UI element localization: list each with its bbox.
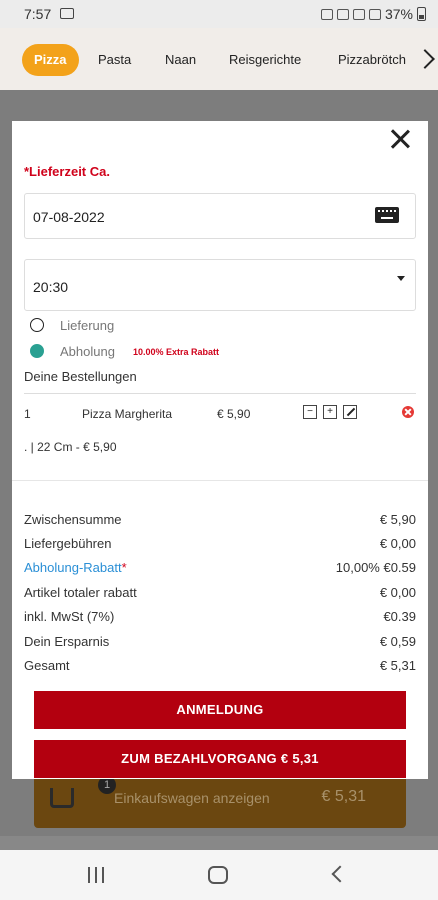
wifi-icon bbox=[352, 8, 365, 20]
item-detail: . | 22 Cm - € 5,90 bbox=[24, 440, 117, 454]
summary-row: Zwischensumme € 5,90 bbox=[24, 512, 416, 532]
login-button[interactable]: ANMELDUNG bbox=[34, 691, 406, 729]
orders-heading: Deine Bestellungen bbox=[24, 369, 137, 384]
status-bar: 7:57 37% bbox=[0, 0, 438, 28]
date-value: 07-08-2022 bbox=[33, 209, 105, 225]
system-nav-bar bbox=[0, 850, 438, 900]
background-strip bbox=[0, 836, 438, 850]
cart-label: Einkaufswagen anzeigen bbox=[114, 790, 270, 806]
radio-lieferung-label[interactable]: Lieferung bbox=[60, 318, 114, 333]
item-qty: 1 bbox=[24, 407, 31, 421]
item-name: Pizza Margherita bbox=[82, 407, 173, 421]
tab-reisgerichte[interactable]: Reisgerichte bbox=[229, 44, 301, 76]
dropdown-caret-icon bbox=[397, 276, 405, 281]
summary-label: Zwischensumme bbox=[24, 512, 122, 527]
radio-abholung[interactable] bbox=[30, 344, 44, 358]
alarm-icon bbox=[320, 8, 333, 20]
time-select[interactable]: 20:30 bbox=[24, 259, 416, 311]
home-icon[interactable] bbox=[208, 866, 228, 884]
summary-row: Artikel totaler rabatt € 0,00 bbox=[24, 585, 416, 605]
tab-naan[interactable]: Naan bbox=[165, 44, 196, 76]
tab-pasta[interactable]: Pasta bbox=[98, 44, 131, 76]
divider bbox=[24, 393, 416, 394]
category-bar: Pizza Pasta Naan Reisgerichte Pizzabrötc… bbox=[0, 28, 438, 90]
checkout-button[interactable]: ZUM BEZAHLVORGANG € 5,31 bbox=[34, 740, 406, 778]
summary-label: inkl. MwSt (7%) bbox=[24, 609, 115, 624]
radio-lieferung[interactable] bbox=[30, 318, 44, 332]
summary-value: € 0,00 bbox=[379, 536, 416, 551]
decrease-qty-button[interactable]: − bbox=[303, 405, 317, 419]
summary-label: Artikel totaler rabatt bbox=[24, 585, 137, 600]
summary-label: Liefergebühren bbox=[24, 536, 112, 551]
summary-value: 10,00% €0.59 bbox=[335, 560, 416, 575]
summary-row-total: Gesamt € 5,31 bbox=[24, 658, 416, 678]
edit-icon[interactable] bbox=[343, 405, 357, 419]
tab-pizzabroetchen[interactable]: Pizzabrötch bbox=[338, 44, 414, 76]
summary-label: Dein Ersparnis bbox=[24, 634, 110, 649]
recent-apps-icon[interactable] bbox=[88, 867, 106, 883]
status-right: 37% bbox=[320, 6, 426, 22]
gallery-notification-icon bbox=[60, 8, 74, 19]
summary-value: €0.39 bbox=[383, 609, 416, 624]
summary-label: Gesamt bbox=[24, 658, 70, 673]
back-icon[interactable] bbox=[331, 865, 349, 883]
summary-value: € 0,59 bbox=[379, 634, 416, 649]
summary-row: Dein Ersparnis € 0,59 bbox=[24, 634, 416, 654]
date-field[interactable]: 07-08-2022 bbox=[24, 193, 416, 239]
battery-icon bbox=[417, 7, 426, 21]
summary-row: inkl. MwSt (7%) €0.39 bbox=[24, 609, 416, 629]
summary-value: € 5,31 bbox=[379, 658, 416, 673]
keyboard-icon[interactable] bbox=[375, 207, 399, 223]
item-price: € 5,90 bbox=[217, 407, 251, 421]
radio-abholung-label[interactable]: Abholung bbox=[60, 344, 115, 359]
increase-qty-button[interactable]: + bbox=[323, 405, 337, 419]
close-icon[interactable] bbox=[388, 127, 412, 151]
tab-pizza[interactable]: Pizza bbox=[22, 44, 79, 76]
lieferzeit-label: *Lieferzeit Ca. bbox=[24, 164, 110, 179]
cart-icon bbox=[50, 788, 74, 808]
summary-value: € 5,90 bbox=[379, 512, 416, 527]
summary-label[interactable]: Abholung-Rabatt bbox=[24, 560, 122, 575]
abholung-rabatt-link[interactable]: Abholung-Rabatt* bbox=[24, 560, 127, 575]
battery-percent: 37% bbox=[384, 6, 413, 22]
summary-row: Abholung-Rabatt* 10,00% €0.59 bbox=[24, 560, 416, 580]
signal-icon bbox=[368, 8, 381, 20]
chevron-right-icon[interactable] bbox=[416, 46, 432, 74]
abholung-rabatt-note: 10.00% Extra Rabatt bbox=[133, 347, 220, 357]
required-star: * bbox=[121, 560, 127, 575]
status-time: 7:57 bbox=[24, 6, 52, 22]
vibrate-icon bbox=[336, 8, 349, 20]
remove-item-icon[interactable] bbox=[402, 406, 414, 418]
checkout-modal: *Lieferzeit Ca. 07-08-2022 20:30 Lieferu… bbox=[12, 121, 428, 779]
cart-total: € 5,31 bbox=[321, 788, 366, 805]
time-value: 20:30 bbox=[33, 279, 69, 295]
summary-row: Liefergebühren € 0,00 bbox=[24, 536, 416, 556]
summary-value: € 0,00 bbox=[379, 585, 416, 600]
divider bbox=[12, 480, 428, 481]
